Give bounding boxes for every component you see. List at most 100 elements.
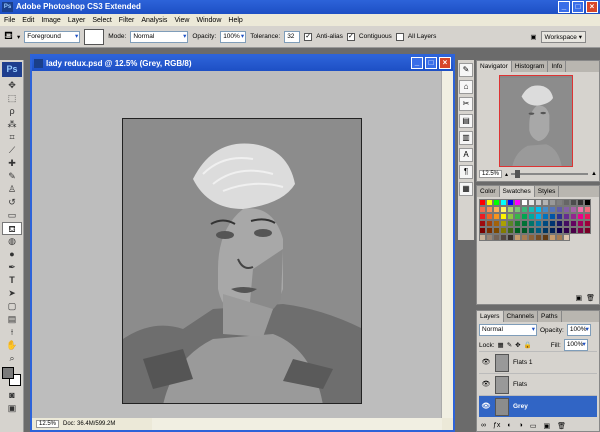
marquee-tool-icon[interactable]: ⬚ (2, 92, 22, 105)
lock-transparency-icon[interactable]: ▦ (498, 341, 504, 349)
contiguous-checkbox[interactable]: ✓ (346, 32, 355, 41)
clone-stamp-tool-icon[interactable]: ♙ (2, 183, 22, 196)
dodge-tool-icon[interactable]: ● (2, 248, 22, 261)
color-swatch[interactable] (577, 213, 584, 220)
color-swatch[interactable] (535, 220, 542, 227)
color-swatch[interactable] (556, 199, 563, 206)
color-swatch[interactable] (577, 199, 584, 206)
color-swatch[interactable] (584, 220, 591, 227)
color-swatch[interactable] (563, 213, 570, 220)
slice-tool-icon[interactable]: ⟋ (2, 144, 22, 157)
tool-preset-dropdown-icon[interactable]: ▾ (17, 33, 20, 41)
layer-mask-icon[interactable]: ◐ (507, 422, 511, 430)
fill-source-select[interactable]: Foreground (24, 30, 81, 43)
color-swatch[interactable] (556, 213, 563, 220)
path-selection-tool-icon[interactable]: ➤ (2, 287, 22, 300)
color-swatch[interactable] (500, 234, 507, 241)
new-layer-icon[interactable]: ▣ (544, 422, 551, 430)
menu-file[interactable]: File (4, 17, 15, 24)
tab-layers[interactable]: Layers (477, 311, 504, 322)
color-swatch[interactable] (570, 199, 577, 206)
menu-filter[interactable]: Filter (119, 17, 135, 24)
color-swatch[interactable] (528, 234, 535, 241)
color-swatch[interactable] (521, 234, 528, 241)
color-swatch[interactable] (507, 227, 514, 234)
color-swatch[interactable] (493, 227, 500, 234)
color-swatch[interactable] (528, 213, 535, 220)
color-swatches[interactable] (2, 367, 22, 387)
document-maximize-button[interactable]: □ (425, 57, 437, 69)
color-swatch[interactable] (528, 206, 535, 213)
color-swatch[interactable] (528, 220, 535, 227)
color-swatch[interactable] (500, 199, 507, 206)
color-swatch[interactable] (535, 199, 542, 206)
color-swatch[interactable] (493, 220, 500, 227)
color-swatch[interactable] (556, 220, 563, 227)
color-swatch[interactable] (577, 220, 584, 227)
color-swatch[interactable] (542, 234, 549, 241)
color-swatch[interactable] (535, 206, 542, 213)
character-panel-icon[interactable]: A (459, 148, 473, 162)
layer-opacity-input[interactable]: 100% (566, 324, 591, 336)
color-swatch[interactable] (500, 206, 507, 213)
layer-row-flats[interactable]: 👁 Flats (479, 373, 597, 395)
menu-layer[interactable]: Layer (68, 17, 86, 24)
color-swatch[interactable] (577, 206, 584, 213)
document-close-button[interactable]: × (439, 57, 451, 69)
layer-row-flats-1[interactable]: 👁 Flats 1 (479, 351, 597, 373)
color-swatch[interactable] (514, 234, 521, 241)
color-swatch[interactable] (521, 206, 528, 213)
color-swatch[interactable] (584, 213, 591, 220)
tool-presets-icon[interactable]: ⌂ (459, 80, 473, 94)
zoom-slider-handle[interactable] (515, 170, 521, 178)
color-swatch[interactable] (542, 199, 549, 206)
menu-image[interactable]: Image (41, 17, 60, 24)
vertical-scrollbar[interactable] (441, 71, 453, 418)
color-swatch[interactable] (479, 206, 486, 213)
color-swatch[interactable] (507, 213, 514, 220)
canvas-area[interactable] (32, 71, 442, 418)
notes-tool-icon[interactable]: ▤ (2, 313, 22, 326)
magic-wand-tool-icon[interactable]: ⁂ (2, 118, 22, 131)
color-swatch[interactable] (486, 199, 493, 206)
color-swatch[interactable] (479, 213, 486, 220)
horizontal-scrollbar[interactable] (152, 418, 442, 430)
color-swatch[interactable] (563, 227, 570, 234)
history-panel-icon[interactable]: ✂ (459, 97, 473, 111)
eyedropper-tool-icon[interactable]: ⟊ (2, 326, 22, 339)
color-swatch[interactable] (563, 220, 570, 227)
zoom-slider[interactable] (511, 170, 589, 178)
maximize-button[interactable]: □ (572, 1, 584, 13)
color-swatch[interactable] (563, 199, 570, 206)
paint-bucket-icon[interactable]: ⛾ (4, 30, 13, 44)
color-swatch[interactable] (500, 213, 507, 220)
brush-tool-icon[interactable]: ✎ (2, 170, 22, 183)
color-swatch[interactable] (584, 227, 591, 234)
foreground-color-swatch[interactable] (2, 367, 14, 379)
hand-tool-icon[interactable]: ✋ (2, 339, 22, 352)
color-swatch[interactable] (549, 234, 556, 241)
color-swatch[interactable] (507, 234, 514, 241)
fill-input[interactable]: 100% (563, 339, 588, 351)
type-tool-icon[interactable]: T (2, 274, 22, 287)
visibility-eye-icon[interactable]: 👁 (481, 358, 491, 368)
menu-select[interactable]: Select (92, 17, 111, 24)
tab-styles[interactable]: Styles (535, 186, 560, 197)
quick-mask-icon[interactable]: ◙ (2, 389, 22, 402)
color-swatch[interactable] (514, 206, 521, 213)
tab-color[interactable]: Color (477, 186, 500, 197)
color-swatch[interactable] (521, 220, 528, 227)
clone-source-icon[interactable]: ▦ (459, 182, 473, 196)
zoom-out-icon[interactable]: ▴ (505, 171, 508, 178)
pen-tool-icon[interactable]: ✒ (2, 261, 22, 274)
zoom-tool-icon[interactable]: ⌕ (2, 352, 22, 365)
color-swatch[interactable] (479, 234, 486, 241)
color-swatch[interactable] (535, 227, 542, 234)
color-swatch[interactable] (521, 227, 528, 234)
tolerance-input[interactable]: 32 (284, 30, 301, 43)
visibility-eye-icon[interactable]: 👁 (481, 402, 491, 412)
color-swatch[interactable] (528, 227, 535, 234)
tab-paths[interactable]: Paths (538, 311, 562, 322)
color-swatch[interactable] (500, 227, 507, 234)
color-swatch[interactable] (584, 199, 591, 206)
